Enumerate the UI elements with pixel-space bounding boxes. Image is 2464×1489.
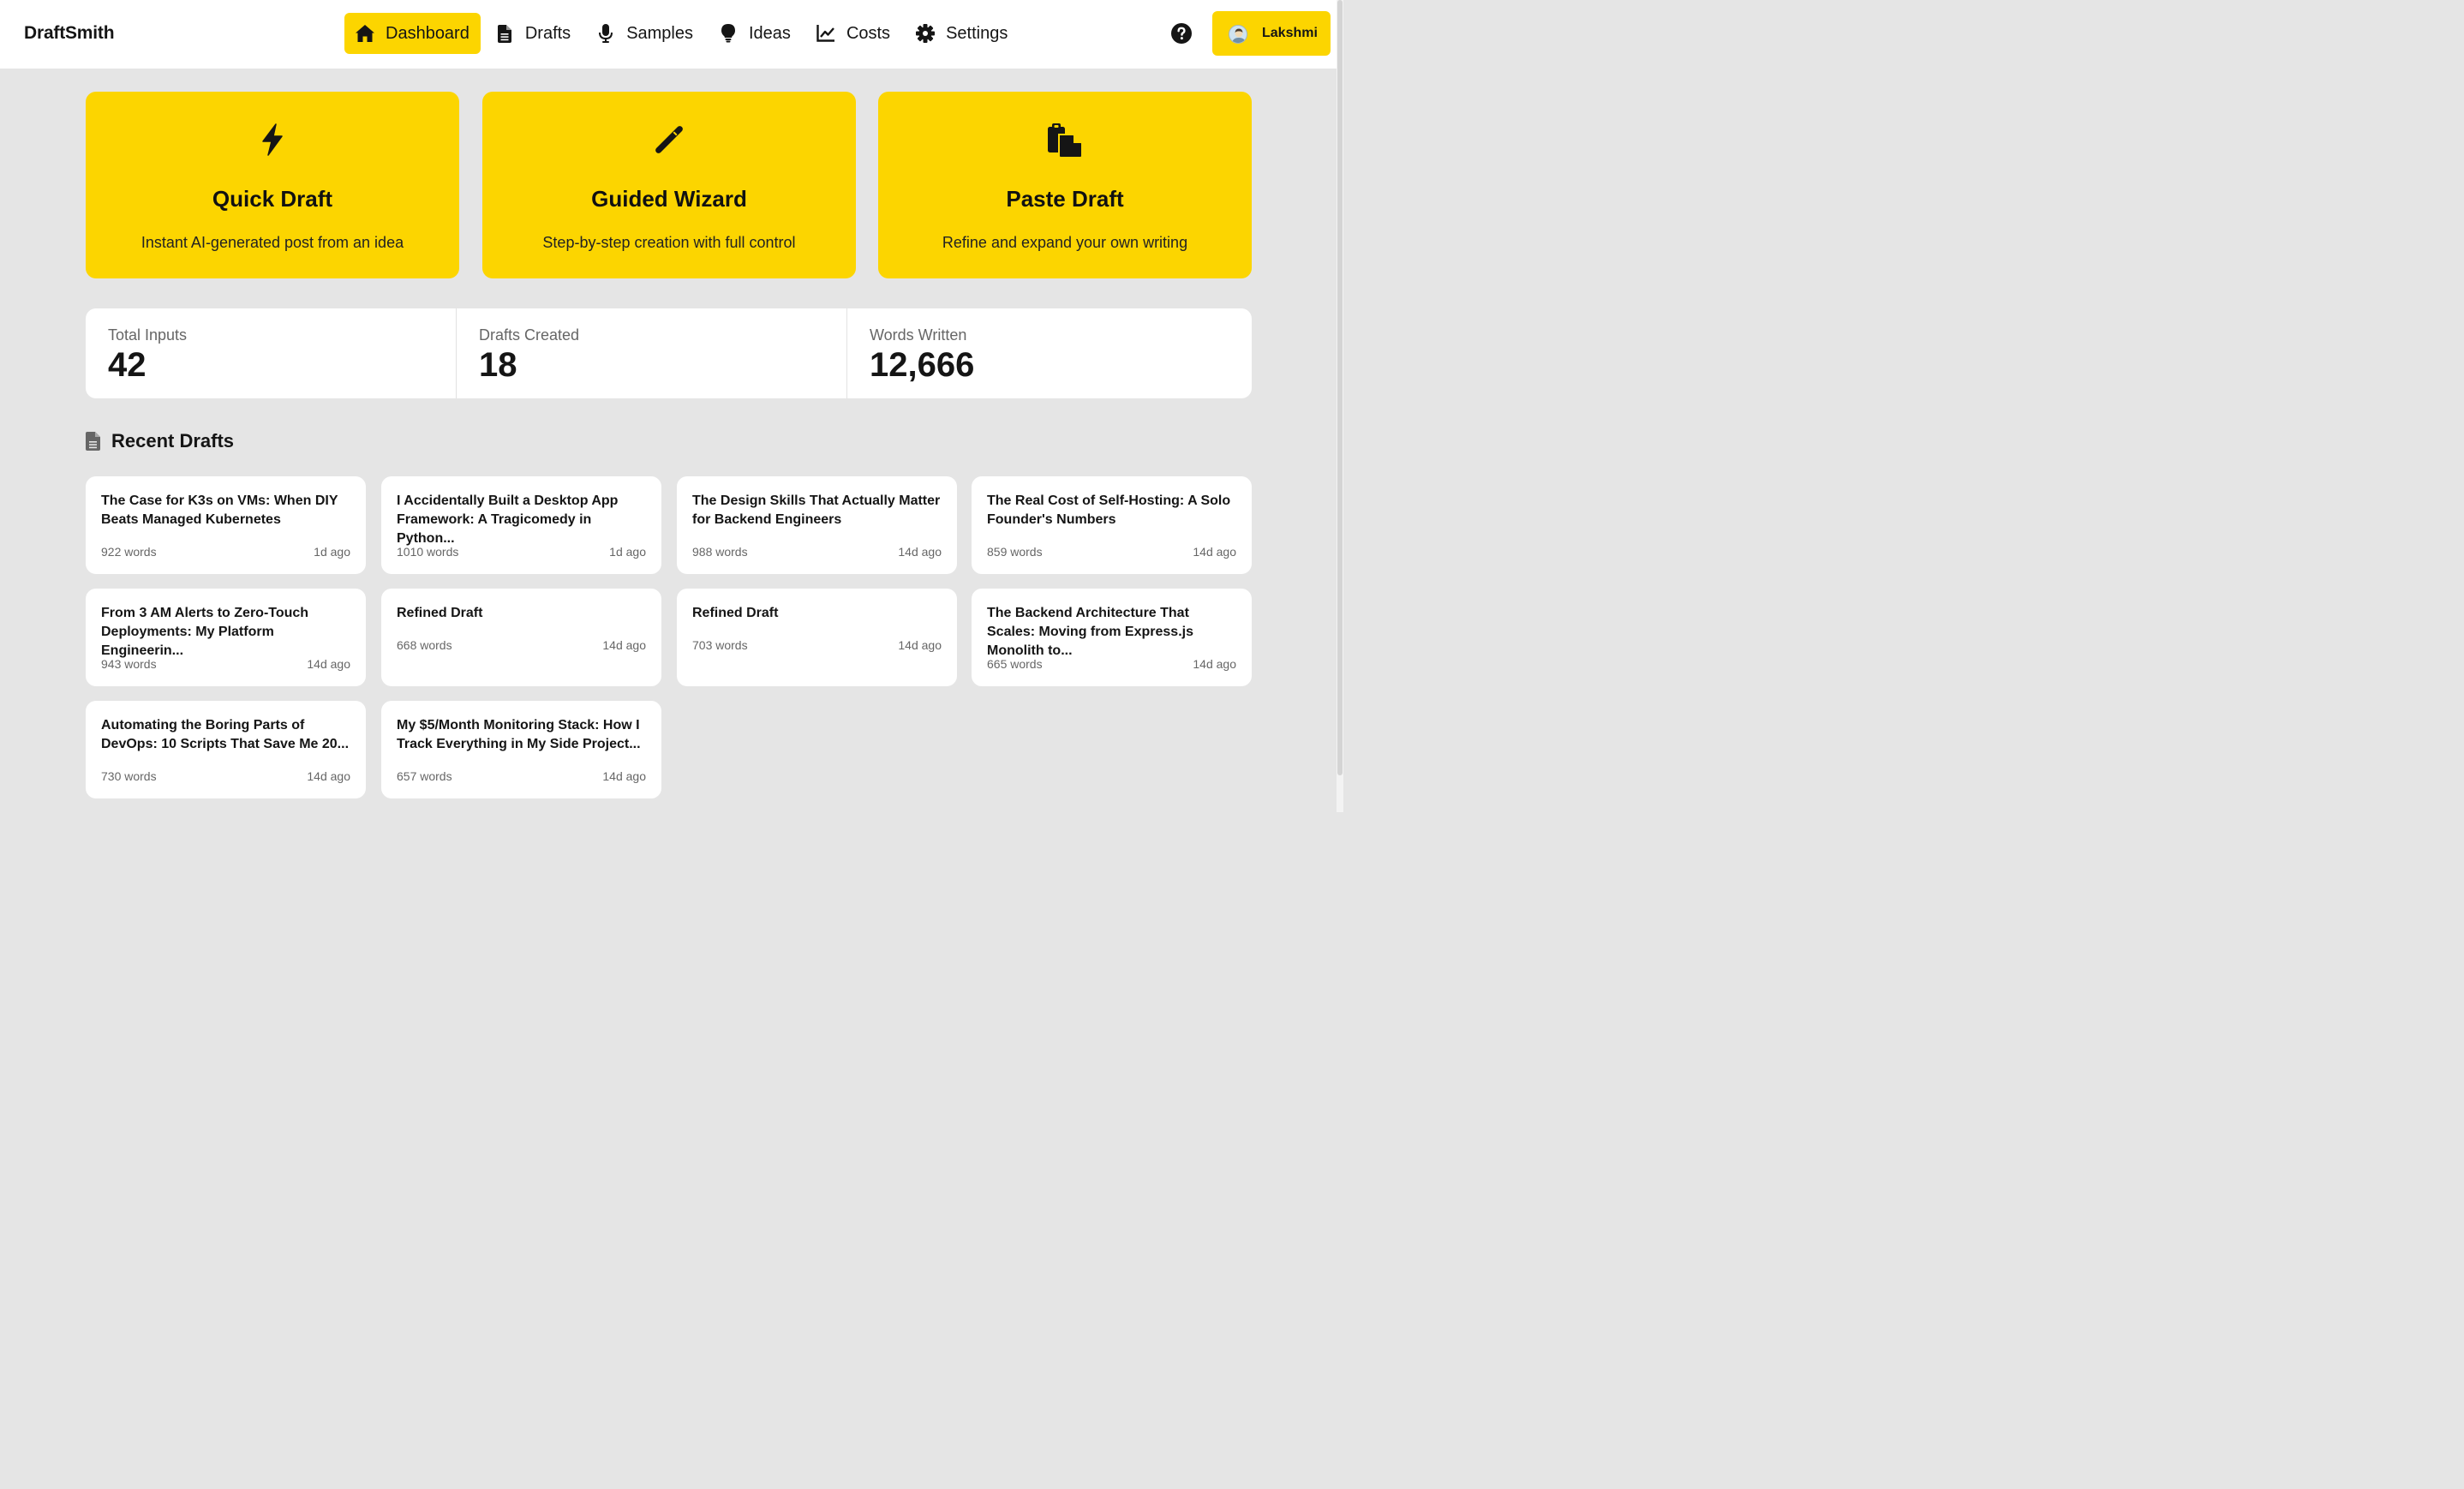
lightbulb-icon <box>718 23 739 44</box>
draft-title: Refined Draft <box>692 606 779 620</box>
draft-card[interactable]: Refined Draft 668 words 14d ago <box>381 589 661 686</box>
stats-panel: Total Inputs 42 Drafts Created 18 Words … <box>86 308 1252 398</box>
quick-draft-title: Quick Draft <box>212 186 333 212</box>
draft-card[interactable]: The Design Skills That Actually Matter f… <box>677 476 957 574</box>
stat-label: Drafts Created <box>479 326 580 344</box>
draft-timestamp: 14d ago <box>898 638 942 652</box>
stat-value: 12,666 <box>870 346 975 384</box>
draft-card[interactable]: Automating the Boring Parts of DevOps: 1… <box>86 701 366 798</box>
guided-wizard-title: Guided Wizard <box>591 186 747 212</box>
stat-value: 18 <box>479 346 517 384</box>
draft-title: The Case for K3s on VMs: When DIY Beats … <box>101 493 338 527</box>
magic-wand-icon <box>652 123 686 157</box>
scrollbar-thumb[interactable] <box>1337 0 1343 775</box>
section-title: Recent Drafts <box>111 430 235 451</box>
draft-word-count: 730 words <box>101 769 157 783</box>
stat-label: Total Inputs <box>108 326 188 344</box>
draft-word-count: 703 words <box>692 638 748 652</box>
bolt-icon <box>255 123 290 157</box>
stat-drafts-created: Drafts Created 18 <box>456 308 846 398</box>
guided-wizard-description: Step-by-step creation with full control <box>542 234 796 251</box>
draft-title: The Design Skills That Actually Matter f… <box>692 493 941 527</box>
draft-title: Refined Draft <box>397 606 483 620</box>
draft-timestamp: 14d ago <box>602 769 646 783</box>
draft-word-count: 657 words <box>397 769 452 783</box>
document-icon <box>86 432 101 451</box>
document-icon <box>494 23 515 44</box>
nav-label-samples: Samples <box>626 23 693 43</box>
draft-timestamp: 14d ago <box>1193 657 1236 671</box>
draft-title: The Real Cost of Self-Hosting: A Solo Fo… <box>987 493 1231 527</box>
stat-total-inputs: Total Inputs 42 <box>86 308 456 398</box>
nav-label-drafts: Drafts <box>524 23 571 43</box>
recent-drafts-header: Recent Drafts <box>86 430 234 452</box>
user-menu-button[interactable]: Lakshmi <box>1212 11 1331 56</box>
draft-word-count: 665 words <box>987 657 1043 671</box>
stat-words-written: Words Written 12,666 <box>846 308 1252 398</box>
draft-word-count: 1010 words <box>397 545 459 559</box>
paste-draft-description: Refine and expand your own writing <box>942 234 1188 251</box>
draft-card[interactable]: My $5/Month Monitoring Stack: How I Trac… <box>381 701 661 798</box>
user-name: Lakshmi <box>1262 26 1318 40</box>
draft-card[interactable]: Refined Draft 703 words 14d ago <box>677 589 957 686</box>
draft-card[interactable]: The Real Cost of Self-Hosting: A Solo Fo… <box>972 476 1252 574</box>
line-chart-icon <box>816 23 836 44</box>
avatar <box>1229 25 1247 44</box>
help-circle-icon[interactable] <box>1171 23 1192 44</box>
quick-draft-card[interactable]: Quick Draft Instant AI-generated post fr… <box>86 92 459 278</box>
main-nav: Dashboard Drafts Samples Ideas Costs Set… <box>344 13 1022 54</box>
gear-icon <box>915 23 936 44</box>
draft-card[interactable]: The Case for K3s on VMs: When DIY Beats … <box>86 476 366 574</box>
brand-logo-text[interactable]: DraftSmith <box>24 23 115 44</box>
draft-card[interactable]: I Accidentally Built a Desktop App Frame… <box>381 476 661 574</box>
home-icon <box>355 23 375 44</box>
quick-draft-description: Instant AI-generated post from an idea <box>141 234 404 251</box>
draft-timestamp: 1d ago <box>609 545 646 559</box>
draft-title: Automating the Boring Parts of DevOps: 1… <box>101 718 350 751</box>
clipboard-paste-icon <box>1048 123 1083 158</box>
nav-item-ideas[interactable]: Ideas <box>708 13 802 54</box>
draft-title: The Backend Architecture That Scales: Mo… <box>987 606 1193 658</box>
stat-value: 42 <box>108 346 147 384</box>
draft-card[interactable]: The Backend Architecture That Scales: Mo… <box>972 589 1252 686</box>
nav-item-dashboard[interactable]: Dashboard <box>344 13 481 54</box>
top-navigation-bar: DraftSmith Dashboard Drafts Samples Idea… <box>0 0 1337 69</box>
stat-label: Words Written <box>870 326 967 344</box>
paste-draft-title: Paste Draft <box>1006 186 1124 212</box>
nav-item-drafts[interactable]: Drafts <box>484 13 582 54</box>
draft-title: From 3 AM Alerts to Zero-Touch Deploymen… <box>101 606 309 658</box>
draft-word-count: 668 words <box>397 638 452 652</box>
draft-title: I Accidentally Built a Desktop App Frame… <box>397 493 619 546</box>
draft-word-count: 988 words <box>692 545 748 559</box>
draft-timestamp: 14d ago <box>1193 545 1236 559</box>
draft-word-count: 943 words <box>101 657 157 671</box>
draft-timestamp: 14d ago <box>307 769 350 783</box>
draft-card[interactable]: From 3 AM Alerts to Zero-Touch Deploymen… <box>86 589 366 686</box>
nav-item-samples[interactable]: Samples <box>585 13 704 54</box>
nav-label-settings: Settings <box>946 23 1008 43</box>
draft-timestamp: 14d ago <box>307 657 350 671</box>
draft-word-count: 922 words <box>101 545 157 559</box>
draft-timestamp: 1d ago <box>314 545 350 559</box>
draft-title: My $5/Month Monitoring Stack: How I Trac… <box>397 718 641 751</box>
nav-label-ideas: Ideas <box>749 23 791 43</box>
microphone-icon <box>595 23 616 44</box>
draft-timestamp: 14d ago <box>602 638 646 652</box>
nav-label-dashboard: Dashboard <box>386 23 469 43</box>
nav-item-settings[interactable]: Settings <box>905 13 1019 54</box>
nav-label-costs: Costs <box>846 23 891 43</box>
draft-timestamp: 14d ago <box>898 545 942 559</box>
guided-wizard-card[interactable]: Guided Wizard Step-by-step creation with… <box>482 92 856 278</box>
paste-draft-card[interactable]: Paste Draft Refine and expand your own w… <box>878 92 1252 278</box>
draft-word-count: 859 words <box>987 545 1043 559</box>
nav-item-costs[interactable]: Costs <box>805 13 901 54</box>
